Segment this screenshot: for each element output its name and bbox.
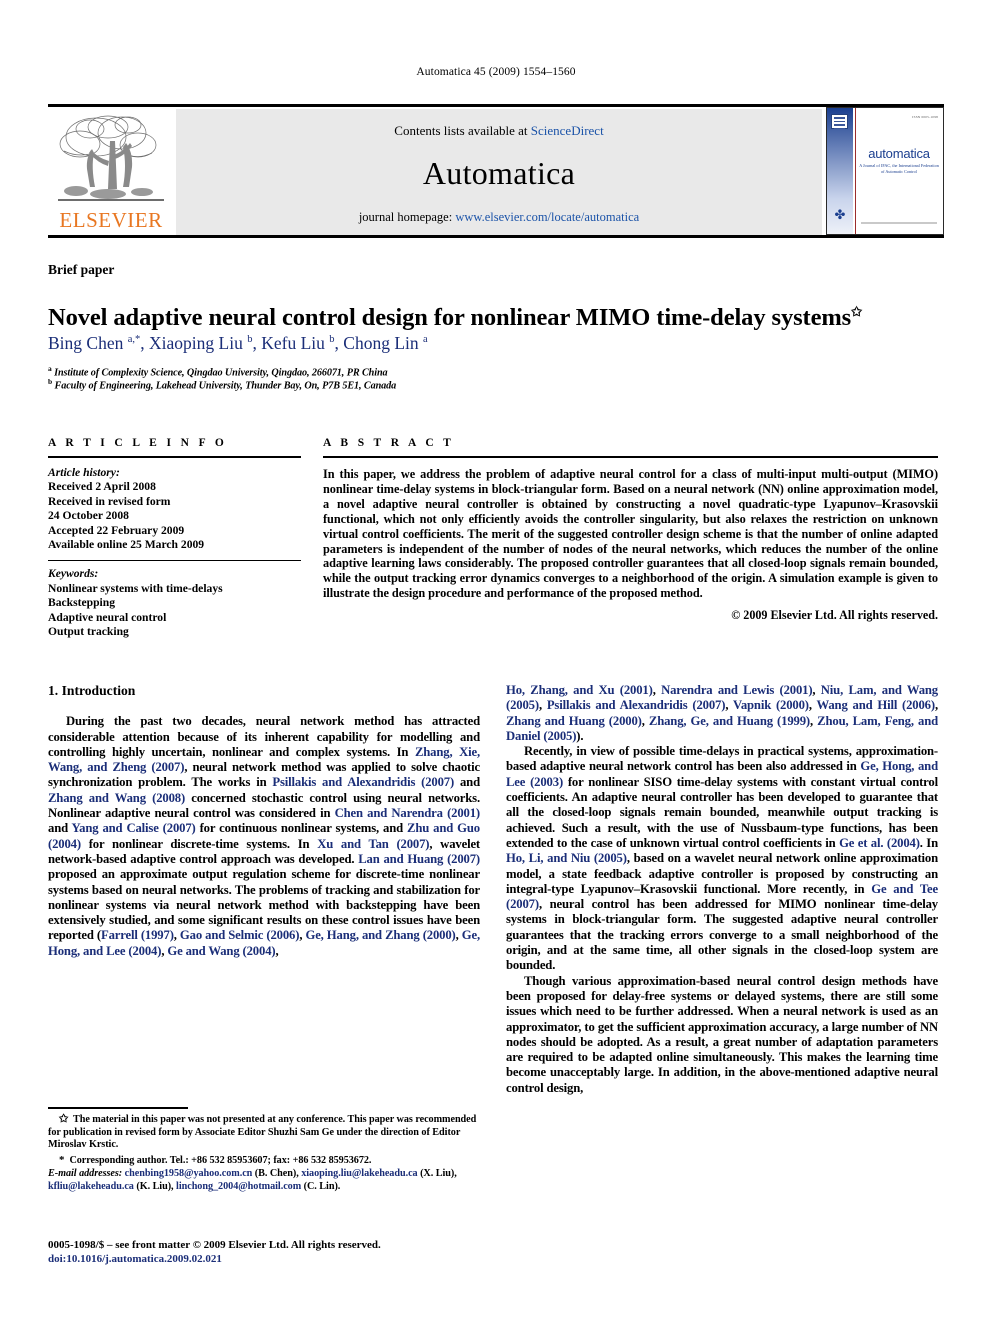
- doi-link[interactable]: doi:10.1016/j.automatica.2009.02.021: [48, 1252, 508, 1266]
- article-title-text: Novel adaptive neural control design for…: [48, 304, 852, 332]
- footnote-corresponding-author: * Corresponding author. Tel.: +86 532 85…: [59, 1153, 372, 1166]
- contents-line: Contents lists available at ScienceDirec…: [176, 123, 822, 139]
- title-footnote-marker: ✩: [851, 304, 862, 320]
- footnote-emails: E-mail addresses: chenbing1958@yahoo.com…: [48, 1168, 457, 1192]
- keyword-item: Nonlinear systems with time-delays: [48, 581, 223, 595]
- contents-prefix: Contents lists available at: [394, 123, 531, 138]
- paragraph: Ho, Zhang, and Xu (2001), Narendra and L…: [506, 683, 939, 743]
- elsevier-wordmark: ELSEVIER: [59, 208, 163, 232]
- article-info-block: A R T I C L E I N F O Article history: R…: [48, 437, 301, 639]
- footnote-conference-note: ✩ The material in this paper was not pre…: [48, 1113, 477, 1151]
- masthead-top-rule: [48, 104, 944, 107]
- article-history-item: Available online 25 March 2009: [48, 538, 205, 552]
- article-history: Article history: Received 2 April 2008 R…: [48, 466, 301, 552]
- affiliation-a-marker: a: [48, 364, 52, 373]
- homepage-prefix: journal homepage:: [358, 210, 456, 224]
- cover-title: automatica: [868, 146, 930, 161]
- article-history-item: Received in revised form: [48, 494, 171, 508]
- elsevier-logo: ELSEVIER: [50, 109, 172, 235]
- journal-title: Automatica: [422, 155, 576, 191]
- body-column-left: 1. Introduction During the past two deca…: [48, 683, 480, 959]
- keyword-item: Output tracking: [48, 625, 129, 639]
- affiliation-b: b Faculty of Engineering, Lakehead Unive…: [48, 377, 938, 391]
- article-info-rule: [48, 456, 301, 458]
- abstract-copyright: © 2009 Elsevier Ltd. All rights reserved…: [731, 608, 938, 623]
- keyword-item: Adaptive neural control: [48, 610, 167, 624]
- paragraph: Recently, in view of possible time-delay…: [506, 744, 938, 973]
- article-history-item: Received 2 April 2008: [48, 480, 156, 494]
- homepage-line: journal homepage: www.elsevier.com/locat…: [176, 210, 822, 225]
- cover-divider-line: [855, 108, 856, 234]
- footnote-block: ✩ The material in this paper was not pre…: [48, 1113, 480, 1194]
- article-type-label: Brief paper: [48, 262, 115, 277]
- paper-page: Automatica 45 (2009) 1554–1560 ELSEVIER …: [0, 0, 992, 1323]
- article-history-label: Article history:: [48, 466, 120, 479]
- imprint-line: 0005-1098/$ – see front matter © 2009 El…: [48, 1239, 381, 1251]
- cover-subtitle: A Journal of IFAC, the International Fed…: [859, 163, 939, 174]
- affiliation-b-marker: b: [48, 377, 53, 386]
- ifac-logo-icon: ✤: [834, 207, 846, 222]
- keyword-item: Backstepping: [48, 596, 116, 610]
- masthead-bottom-rule: [48, 235, 944, 238]
- journal-homepage-link[interactable]: www.elsevier.com/locate/automatica: [455, 210, 639, 224]
- sciencedirect-link[interactable]: ScienceDirect: [531, 123, 604, 138]
- body-column-right: Ho, Zhang, and Xu (2001), Narendra and L…: [506, 683, 938, 1096]
- page-title: Novel adaptive neural control design for…: [48, 304, 938, 332]
- abstract-heading: A B S T R A C T: [323, 437, 455, 449]
- abstract-text: In this paper, we address the problem of…: [323, 467, 938, 601]
- elsevier-tree-icon: [56, 111, 166, 207]
- running-head: Automatica 45 (2009) 1554–1560: [416, 66, 576, 78]
- article-history-item: 24 October 2008: [48, 509, 129, 523]
- imprint-block: 0005-1098/$ – see front matter © 2009 El…: [48, 1238, 508, 1266]
- author-list: Bing Chen a,*, Xiaoping Liu b, Kefu Liu …: [48, 333, 428, 353]
- journal-masthead: ELSEVIER Contents lists available at Sci…: [48, 104, 944, 238]
- article-history-item: Accepted 22 February 2009: [48, 523, 185, 537]
- sciencedirect-banner: Contents lists available at ScienceDirec…: [176, 109, 822, 235]
- section-heading-introduction: 1. Introduction: [48, 683, 136, 698]
- abstract-block: A B S T R A C T In this paper, we addres…: [323, 437, 938, 623]
- paragraph: During the past two decades, neural netw…: [48, 714, 480, 958]
- paragraph: Though various approximation-based neura…: [506, 973, 938, 1095]
- keywords-rule: [48, 560, 301, 562]
- article-info-heading: A R T I C L E I N F O: [48, 437, 228, 449]
- cover-corner-note: ISSN 0005-1098: [912, 115, 938, 119]
- cover-publisher-badge-icon: [831, 114, 848, 129]
- keywords-block: Keywords: Nonlinear systems with time-de…: [48, 567, 301, 639]
- abstract-rule: [323, 456, 938, 458]
- journal-cover-thumbnail: ✤ ISSN 0005-1098 automatica A Journal of…: [826, 107, 944, 235]
- affiliation-b-text: Faculty of Engineering, Lakehead Univers…: [54, 380, 397, 392]
- footnote-rule: [48, 1107, 188, 1109]
- keywords-label: Keywords:: [48, 567, 99, 581]
- cover-footer-rule: [861, 221, 937, 224]
